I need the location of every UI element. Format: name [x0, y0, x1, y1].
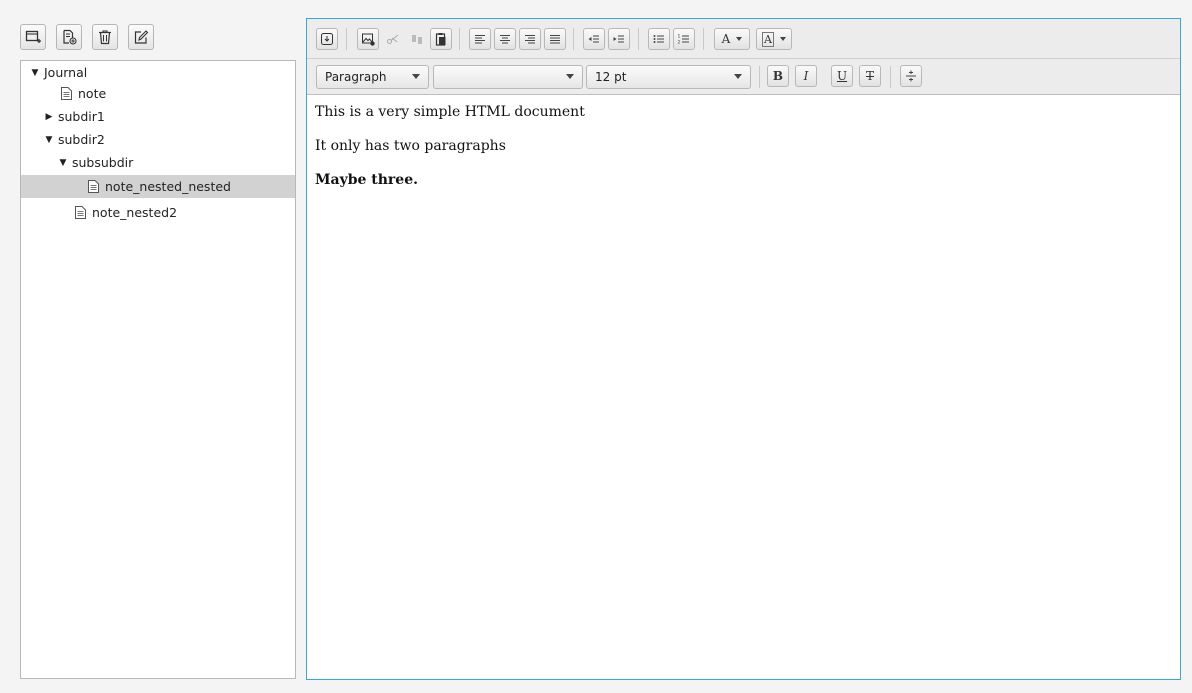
chevron-down-icon: [779, 37, 786, 41]
paragraph: This is a very simple HTML document: [315, 104, 585, 120]
strikethrough-icon: T: [865, 69, 874, 83]
justify-button[interactable]: [544, 28, 566, 50]
toolbar-separator: [346, 28, 347, 50]
tree-item-note[interactable]: note: [21, 82, 295, 105]
toolbar-separator: [759, 66, 760, 88]
expanded-arrow-icon[interactable]: ▼: [43, 135, 55, 145]
save-icon: [321, 33, 333, 45]
tree-item-subsubdir[interactable]: ▼ subsubdir: [21, 151, 295, 174]
align-justify-icon: [550, 35, 560, 44]
chevron-down-icon: [734, 74, 742, 79]
background-color-icon: A: [762, 31, 774, 47]
document-icon: [75, 206, 86, 219]
align-left-button[interactable]: [469, 28, 491, 50]
align-right-button[interactable]: [519, 28, 541, 50]
new-folder-button[interactable]: [20, 24, 46, 50]
cut-button[interactable]: [382, 28, 404, 50]
tree-item-label: note: [78, 86, 107, 101]
align-center-icon: [500, 35, 510, 44]
edit-icon: [134, 30, 149, 44]
tree-item-journal[interactable]: ▼ Journal: [21, 61, 295, 84]
italic-button[interactable]: I: [795, 65, 817, 87]
delete-button[interactable]: [92, 24, 118, 50]
italic-icon: I: [803, 69, 809, 83]
image-icon: [362, 33, 375, 46]
outdent-icon: [588, 35, 599, 43]
underline-icon: U: [836, 69, 848, 83]
strikethrough-button[interactable]: T: [859, 65, 881, 87]
toolbar-separator: [638, 28, 639, 50]
new-note-button[interactable]: [56, 24, 82, 50]
document-icon: [88, 180, 99, 193]
editor-toolbar-bottom: Paragraph 12 pt B I U T: [307, 59, 1180, 95]
align-left-icon: [475, 35, 485, 44]
paragraph-bold: Maybe three.: [315, 172, 418, 188]
trash-icon: [99, 30, 111, 45]
html-editor: 1 2 A A Paragraph 12 pt B I U T This is …: [306, 18, 1181, 680]
insert-image-button[interactable]: [357, 28, 379, 50]
new-note-icon: [63, 29, 77, 45]
toolbar-separator: [573, 28, 574, 50]
chevron-down-icon: [412, 74, 420, 79]
paste-icon: [435, 33, 446, 46]
tree-item-label: note_nested2: [92, 205, 178, 220]
toolbar-separator: [890, 66, 891, 88]
indent-button[interactable]: [608, 28, 630, 50]
bold-icon: B: [772, 69, 784, 83]
font-size-value: 12 pt: [595, 70, 627, 84]
paste-button[interactable]: [430, 28, 452, 50]
align-right-icon: [525, 35, 535, 44]
tree-item-note-nested-nested[interactable]: note_nested_nested: [21, 175, 295, 198]
new-folder-icon: [25, 30, 41, 43]
align-center-button[interactable]: [494, 28, 516, 50]
horizontal-rule-button[interactable]: [900, 65, 922, 87]
font-size-select[interactable]: 12 pt: [586, 65, 751, 89]
chevron-down-icon: [566, 74, 574, 79]
toolbar-separator: [703, 28, 704, 50]
outdent-button[interactable]: [583, 28, 605, 50]
copy-icon: [412, 35, 422, 44]
tree-item-subdir1[interactable]: ▶ subdir1: [21, 105, 295, 128]
tree-item-label: subdir2: [58, 132, 105, 147]
bullet-list-icon: [653, 35, 664, 43]
numbered-list-icon: 1 2: [678, 34, 689, 46]
text-color-icon: A: [721, 32, 731, 46]
chevron-down-icon: [736, 37, 743, 41]
scissors-icon: [387, 34, 399, 44]
indent-icon: [613, 35, 624, 43]
tree-item-note-nested2[interactable]: note_nested2: [21, 201, 295, 224]
tree-item-label: subsubdir: [72, 155, 134, 170]
expanded-arrow-icon[interactable]: ▼: [57, 158, 69, 168]
underline-button[interactable]: U: [831, 65, 853, 87]
svg-text:2: 2: [678, 40, 681, 46]
expanded-arrow-icon[interactable]: ▼: [29, 68, 41, 78]
document-icon: [61, 87, 72, 100]
tree-item-label: subdir1: [58, 109, 105, 124]
font-family-select[interactable]: [433, 65, 583, 89]
paragraph-format-select[interactable]: Paragraph: [316, 65, 429, 89]
toolbar-separator: [459, 28, 460, 50]
bold-button[interactable]: B: [767, 65, 789, 87]
save-button[interactable]: [316, 28, 338, 50]
background-color-button[interactable]: A: [756, 28, 792, 50]
tree-item-label: Journal: [44, 65, 88, 80]
copy-button[interactable]: [406, 28, 428, 50]
note-tree[interactable]: ▼ Journal note ▶ subdir1 ▼ subdir2 ▼ sub…: [20, 60, 296, 679]
bullets-button[interactable]: [648, 28, 670, 50]
editor-toolbar-top: 1 2 A A: [307, 19, 1180, 59]
tree-item-subdir2[interactable]: ▼ subdir2: [21, 128, 295, 151]
editor-content[interactable]: This is a very simple HTML document It o…: [315, 103, 1172, 671]
paragraph-format-value: Paragraph: [325, 70, 387, 84]
tree-item-label: note_nested_nested: [105, 179, 231, 194]
horizontal-rule-icon: [906, 70, 916, 82]
paragraph: It only has two paragraphs: [315, 138, 506, 154]
sidebar-toolbar: [20, 24, 154, 54]
rename-button[interactable]: [128, 24, 154, 50]
svg-text:1: 1: [678, 34, 681, 40]
text-color-button[interactable]: A: [714, 28, 750, 50]
numbers-button[interactable]: 1 2: [673, 28, 695, 50]
collapsed-arrow-icon[interactable]: ▶: [43, 112, 55, 122]
